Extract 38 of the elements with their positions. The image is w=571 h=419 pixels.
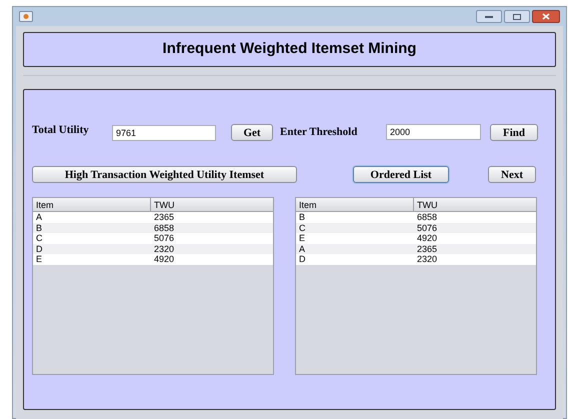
table-cell-text: E: [35, 254, 44, 264]
table-cell-text: 6858: [153, 222, 176, 233]
app-title: Infrequent Weighted Itemset Mining: [162, 39, 416, 60]
minimize-button[interactable]: [476, 10, 502, 23]
total-utility-label: Total Utility: [32, 122, 90, 138]
column-header[interactable]: TWU: [151, 198, 273, 211]
maximize-button[interactable]: [504, 10, 530, 23]
table-cell-text: D: [298, 254, 306, 264]
table-cell-text: B: [298, 212, 306, 222]
close-button[interactable]: [532, 10, 560, 23]
column-header[interactable]: Item: [33, 198, 151, 211]
table-cell-text: 2320: [416, 254, 438, 264]
table-cell-text: 2365: [416, 244, 438, 254]
table-cell-text: 5076: [153, 233, 176, 244]
table-cell-text: 5076: [416, 222, 438, 233]
table-cell-text: 4920: [153, 254, 176, 264]
htwui-button[interactable]: High Transaction Weighted Utility Itemset: [32, 166, 297, 183]
table-cell-text: 2365: [153, 212, 176, 222]
table-cell-text: A: [298, 244, 306, 254]
table-cell-text: 2320: [153, 244, 176, 254]
table-cell-text: A: [35, 212, 44, 222]
threshold-label: Enter Threshold: [280, 124, 358, 140]
threshold-field[interactable]: 2000: [386, 124, 481, 140]
table-cell-text: B: [35, 222, 44, 233]
get-button[interactable]: Get: [231, 124, 273, 140]
close-icon: [542, 13, 550, 20]
table-cell-text: C: [35, 233, 44, 244]
find-button[interactable]: Find: [490, 124, 538, 140]
table-cell-text: 4920: [416, 233, 438, 244]
table-cell-text: E: [298, 233, 306, 244]
table-cell-text: C: [298, 222, 306, 233]
column-header[interactable]: Item: [296, 198, 414, 211]
next-button[interactable]: Next: [488, 166, 536, 183]
ordered-list-button[interactable]: Ordered List: [353, 166, 449, 183]
total-utility-field[interactable]: 9761: [112, 125, 216, 141]
table-cell-text: D: [35, 244, 44, 254]
column-header[interactable]: TWU: [414, 198, 536, 211]
table-cell-text: 6858: [416, 212, 438, 222]
